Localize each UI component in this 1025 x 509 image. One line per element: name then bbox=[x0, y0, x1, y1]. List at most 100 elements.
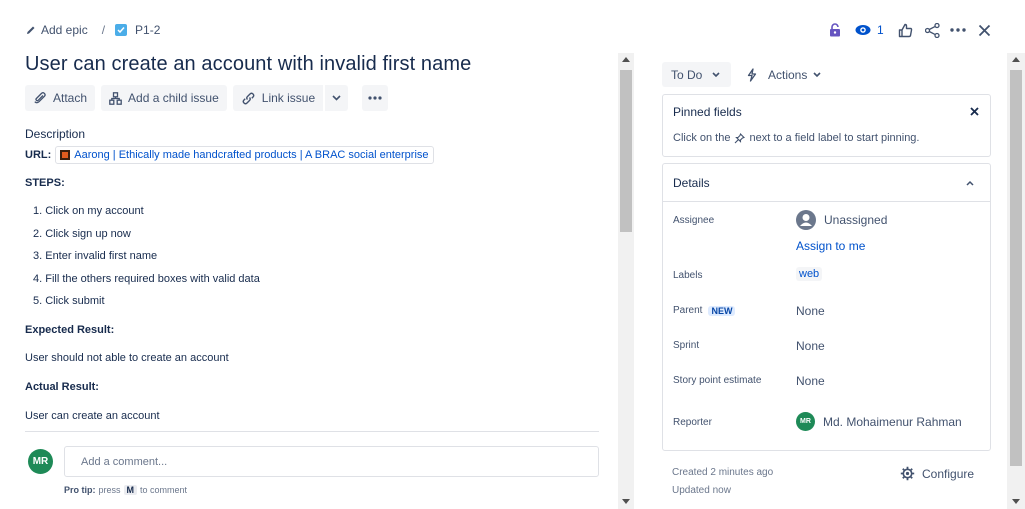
reporter-name: Md. Mohaimenur Rahman bbox=[823, 414, 962, 429]
story-type-icon bbox=[115, 24, 128, 36]
attach-button[interactable]: Attach bbox=[25, 85, 96, 111]
child-issue-icon bbox=[109, 91, 122, 105]
link-icon bbox=[241, 91, 256, 106]
expected-result-heading: Expected Result: bbox=[25, 324, 115, 336]
thumbs-up-icon[interactable] bbox=[898, 23, 913, 38]
list-item: 5. Click submit bbox=[33, 295, 105, 308]
gear-icon bbox=[900, 466, 915, 481]
sprint-value[interactable]: None bbox=[796, 339, 825, 353]
status-label: To Do bbox=[671, 67, 703, 82]
attach-label: Attach bbox=[53, 91, 88, 105]
details-title: Details bbox=[673, 175, 710, 190]
link-issue-dropdown[interactable] bbox=[325, 85, 349, 111]
close-icon[interactable] bbox=[970, 107, 979, 116]
close-icon[interactable] bbox=[978, 24, 991, 37]
list-item: 1. Click on my account bbox=[33, 205, 144, 217]
list-item: 3. Enter invalid first name bbox=[33, 250, 158, 263]
link-issue-label: Link issue bbox=[261, 91, 316, 105]
pencil-icon bbox=[26, 25, 36, 35]
comment-placeholder: Add a comment... bbox=[81, 455, 168, 468]
more-toolbar-button[interactable] bbox=[362, 85, 389, 111]
scroll-up-arrow-icon[interactable] bbox=[1012, 57, 1020, 62]
labels-value[interactable]: web bbox=[796, 267, 823, 281]
parent-value[interactable]: None bbox=[796, 304, 825, 318]
avatar: MR bbox=[796, 412, 815, 431]
assignee-value[interactable]: Unassigned bbox=[796, 210, 887, 230]
lock-icon[interactable] bbox=[825, 23, 845, 37]
main-scrollbar[interactable] bbox=[618, 53, 634, 509]
scrollbar-thumb[interactable] bbox=[1010, 70, 1022, 466]
description-heading: Description bbox=[25, 127, 86, 141]
actions-dropdown[interactable]: Actions bbox=[740, 62, 827, 87]
updated-timestamp: Updated now bbox=[672, 485, 731, 496]
assign-to-me-link[interactable]: Assign to me bbox=[796, 239, 865, 253]
scroll-up-arrow-icon[interactable] bbox=[622, 57, 630, 62]
assignee-label: Assignee bbox=[673, 215, 715, 226]
pinned-fields-title: Pinned fields bbox=[673, 105, 742, 119]
paperclip-icon bbox=[33, 91, 47, 105]
site-favicon-icon bbox=[60, 150, 71, 160]
story-point-label: Story point estimate bbox=[673, 375, 762, 386]
chevron-up-icon bbox=[966, 180, 974, 186]
url-smart-link[interactable]: Aarong | Ethically made handcrafted prod… bbox=[55, 146, 434, 164]
pro-tip-rest: to comment bbox=[140, 485, 188, 495]
add-child-issue-button[interactable]: Add a child issue bbox=[101, 85, 227, 111]
chevron-down-icon bbox=[813, 71, 821, 78]
assignee-name: Unassigned bbox=[824, 213, 888, 227]
new-badge: NEW bbox=[708, 305, 736, 316]
actual-result-heading: Actual Result: bbox=[25, 381, 99, 393]
issue-key-link[interactable]: P1-2 bbox=[135, 23, 160, 37]
breadcrumb-separator: / bbox=[101, 23, 106, 37]
watch-count: 1 bbox=[877, 23, 884, 37]
activity-divider bbox=[25, 431, 599, 432]
sprint-label: Sprint bbox=[673, 340, 700, 351]
url-label: URL: bbox=[25, 149, 52, 161]
details-header[interactable]: Details bbox=[663, 164, 990, 202]
link-issue-button[interactable]: Link issue bbox=[232, 85, 324, 111]
issue-header-actions: 1 bbox=[825, 18, 991, 42]
sidebar-scrollbar[interactable] bbox=[1007, 53, 1025, 509]
status-dropdown[interactable]: To Do bbox=[662, 62, 731, 87]
configure-button[interactable]: Configure bbox=[900, 466, 974, 481]
unassigned-avatar-icon bbox=[796, 210, 816, 230]
shortcut-key: M bbox=[123, 485, 138, 495]
actions-label: Actions bbox=[768, 67, 808, 82]
labels-label: Labels bbox=[673, 270, 703, 281]
pinned-hint-after: next to a field label to start pinning. bbox=[749, 132, 920, 144]
actual-result-text: User can create an account bbox=[25, 410, 160, 422]
scrollbar-thumb[interactable] bbox=[620, 70, 632, 232]
more-options-icon bbox=[368, 96, 382, 100]
pinned-fields-panel: Pinned fields Click on the next to a fie… bbox=[662, 94, 991, 157]
lightning-icon bbox=[746, 67, 758, 82]
issue-title[interactable]: User can create an account with invalid … bbox=[25, 53, 471, 76]
label-tag[interactable]: web bbox=[796, 267, 823, 281]
steps-heading: STEPS: bbox=[25, 177, 65, 189]
pro-tip: Pro tip: press M to comment bbox=[64, 485, 187, 495]
add-child-label: Add a child issue bbox=[128, 91, 219, 105]
reporter-value[interactable]: MR Md. Mohaimenur Rahman bbox=[796, 412, 962, 431]
chevron-down-icon bbox=[712, 71, 720, 78]
chevron-down-icon bbox=[332, 95, 341, 101]
share-icon[interactable] bbox=[924, 22, 940, 38]
reporter-label: Reporter bbox=[673, 417, 712, 428]
pinned-hint-before: Click on the bbox=[673, 132, 731, 144]
avatar: MR bbox=[28, 449, 53, 474]
url-link-text: Aarong | Ethically made handcrafted prod… bbox=[74, 149, 429, 161]
scroll-down-arrow-icon[interactable] bbox=[1012, 499, 1020, 504]
scroll-down-arrow-icon[interactable] bbox=[622, 499, 630, 504]
pinned-fields-hint: Click on the next to a field label to st… bbox=[673, 132, 919, 144]
add-epic-link[interactable]: Add epic bbox=[41, 23, 88, 37]
parent-label: Parent bbox=[673, 305, 703, 316]
steps-list: 1. Click on my account 2. Click sign up … bbox=[33, 204, 260, 317]
watch-eye-icon[interactable] bbox=[855, 24, 871, 36]
breadcrumb: Add epic / P1-2 bbox=[26, 22, 160, 38]
parent-field: Parent NEW bbox=[673, 305, 736, 316]
story-point-value[interactable]: None bbox=[796, 374, 825, 388]
configure-label: Configure bbox=[922, 466, 975, 481]
issue-toolbar: Attach Add a child issue Link issue bbox=[25, 85, 389, 111]
details-panel: Details Assignee Unassigned Assign to me… bbox=[662, 163, 991, 451]
created-timestamp: Created 2 minutes ago bbox=[672, 467, 774, 478]
more-options-icon[interactable] bbox=[949, 28, 966, 32]
add-comment-input[interactable]: Add a comment... bbox=[64, 446, 599, 477]
list-item: 4. Fill the others required boxes with v… bbox=[33, 272, 260, 285]
